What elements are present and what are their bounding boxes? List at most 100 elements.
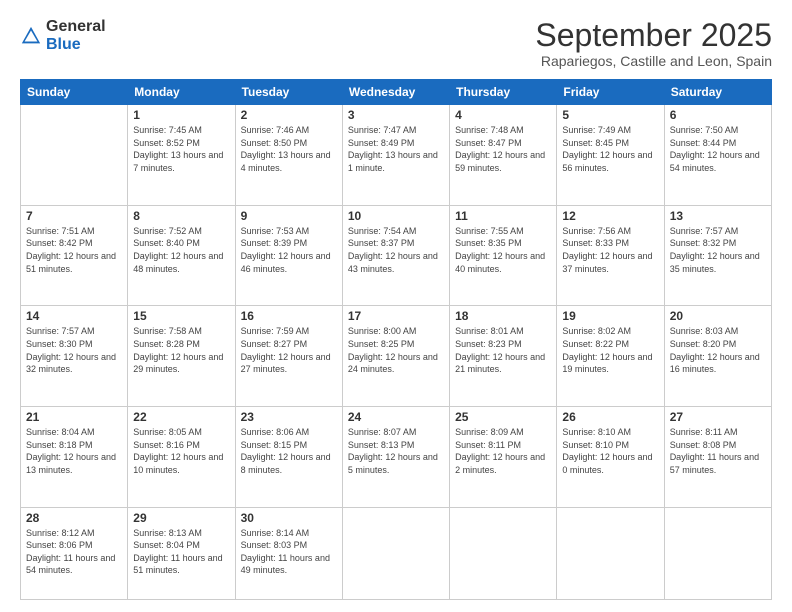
day-info: Sunrise: 7:48 AMSunset: 8:47 PMDaylight:…: [455, 124, 551, 174]
table-row: 3 Sunrise: 7:47 AMSunset: 8:49 PMDaylight…: [342, 105, 449, 206]
table-row: 8 Sunrise: 7:52 AMSunset: 8:40 PMDaylight…: [128, 205, 235, 306]
table-row: 10 Sunrise: 7:54 AMSunset: 8:37 PMDayligh…: [342, 205, 449, 306]
day-number: 21: [26, 410, 122, 424]
table-row: 11 Sunrise: 7:55 AMSunset: 8:35 PMDayligh…: [450, 205, 557, 306]
day-info: Sunrise: 8:03 AMSunset: 8:20 PMDaylight:…: [670, 325, 766, 375]
day-info: Sunrise: 7:47 AMSunset: 8:49 PMDaylight:…: [348, 124, 444, 174]
table-row: [342, 507, 449, 599]
day-info: Sunrise: 7:45 AMSunset: 8:52 PMDaylight:…: [133, 124, 229, 174]
table-row: 24 Sunrise: 8:07 AMSunset: 8:13 PMDayligh…: [342, 407, 449, 508]
table-row: [664, 507, 771, 599]
day-info: Sunrise: 7:58 AMSunset: 8:28 PMDaylight:…: [133, 325, 229, 375]
header-thursday: Thursday: [450, 80, 557, 105]
day-number: 16: [241, 309, 337, 323]
table-row: 14Sunrise: 7:57 AMSunset: 8:30 PMDayligh…: [21, 306, 128, 407]
day-number: 22: [133, 410, 229, 424]
header-friday: Friday: [557, 80, 664, 105]
day-number: 13: [670, 209, 766, 223]
table-row: 9 Sunrise: 7:53 AMSunset: 8:39 PMDaylight…: [235, 205, 342, 306]
table-row: 17 Sunrise: 8:00 AMSunset: 8:25 PMDayligh…: [342, 306, 449, 407]
day-number: 24: [348, 410, 444, 424]
table-row: 26 Sunrise: 8:10 AMSunset: 8:10 PMDayligh…: [557, 407, 664, 508]
day-info: Sunrise: 8:05 AMSunset: 8:16 PMDaylight:…: [133, 426, 229, 476]
day-number: 5: [562, 108, 658, 122]
logo-general: General: [46, 18, 106, 35]
day-number: 15: [133, 309, 229, 323]
day-number: 29: [133, 511, 229, 525]
table-row: [450, 507, 557, 599]
day-number: 8: [133, 209, 229, 223]
day-number: 4: [455, 108, 551, 122]
logo: General Blue: [20, 18, 106, 53]
day-info: Sunrise: 7:57 AMSunset: 8:32 PMDaylight:…: [670, 225, 766, 275]
day-number: 9: [241, 209, 337, 223]
day-number: 11: [455, 209, 551, 223]
day-info: Sunrise: 7:53 AMSunset: 8:39 PMDaylight:…: [241, 225, 337, 275]
day-number: 26: [562, 410, 658, 424]
day-number: 17: [348, 309, 444, 323]
day-number: 28: [26, 511, 122, 525]
day-info: Sunrise: 7:50 AMSunset: 8:44 PMDaylight:…: [670, 124, 766, 174]
header-saturday: Saturday: [664, 80, 771, 105]
day-info: Sunrise: 7:46 AMSunset: 8:50 PMDaylight:…: [241, 124, 337, 174]
table-row: 12Sunrise: 7:56 AMSunset: 8:33 PMDayligh…: [557, 205, 664, 306]
day-info: Sunrise: 7:54 AMSunset: 8:37 PMDaylight:…: [348, 225, 444, 275]
day-info: Sunrise: 8:13 AMSunset: 8:04 PMDaylight:…: [133, 527, 229, 577]
table-row: 20 Sunrise: 8:03 AMSunset: 8:20 PMDayligh…: [664, 306, 771, 407]
header: General Blue September 2025 Rapariegos, …: [20, 18, 772, 69]
day-info: Sunrise: 8:06 AMSunset: 8:15 PMDaylight:…: [241, 426, 337, 476]
table-row: 18 Sunrise: 8:01 AMSunset: 8:23 PMDayligh…: [450, 306, 557, 407]
day-info: Sunrise: 8:01 AMSunset: 8:23 PMDaylight:…: [455, 325, 551, 375]
table-row: [21, 105, 128, 206]
logo-text: General Blue: [46, 18, 106, 53]
location-subtitle: Rapariegos, Castille and Leon, Spain: [535, 53, 772, 69]
month-title: September 2025: [535, 18, 772, 53]
day-info: Sunrise: 7:51 AMSunset: 8:42 PMDaylight:…: [26, 225, 122, 275]
day-info: Sunrise: 7:52 AMSunset: 8:40 PMDaylight:…: [133, 225, 229, 275]
header-monday: Monday: [128, 80, 235, 105]
table-row: 22 Sunrise: 8:05 AMSunset: 8:16 PMDayligh…: [128, 407, 235, 508]
table-row: 13 Sunrise: 7:57 AMSunset: 8:32 PMDayligh…: [664, 205, 771, 306]
table-row: 16Sunrise: 7:59 AMSunset: 8:27 PMDayligh…: [235, 306, 342, 407]
header-tuesday: Tuesday: [235, 80, 342, 105]
day-number: 14: [26, 309, 122, 323]
day-info: Sunrise: 8:00 AMSunset: 8:25 PMDaylight:…: [348, 325, 444, 375]
table-row: 1 Sunrise: 7:45 AMSunset: 8:52 PMDaylight…: [128, 105, 235, 206]
day-number: 6: [670, 108, 766, 122]
table-row: 21 Sunrise: 8:04 AMSunset: 8:18 PMDayligh…: [21, 407, 128, 508]
day-number: 1: [133, 108, 229, 122]
day-info: Sunrise: 7:56 AMSunset: 8:33 PMDaylight:…: [562, 225, 658, 275]
day-info: Sunrise: 8:14 AMSunset: 8:03 PMDaylight:…: [241, 527, 337, 577]
day-number: 30: [241, 511, 337, 525]
header-wednesday: Wednesday: [342, 80, 449, 105]
title-block: September 2025 Rapariegos, Castille and …: [535, 18, 772, 69]
table-row: 25 Sunrise: 8:09 AMSunset: 8:11 PMDayligh…: [450, 407, 557, 508]
table-row: 23 Sunrise: 8:06 AMSunset: 8:15 PMDayligh…: [235, 407, 342, 508]
day-info: Sunrise: 8:10 AMSunset: 8:10 PMDaylight:…: [562, 426, 658, 476]
day-number: 23: [241, 410, 337, 424]
weekday-header-row: Sunday Monday Tuesday Wednesday Thursday…: [21, 80, 772, 105]
day-info: Sunrise: 7:55 AMSunset: 8:35 PMDaylight:…: [455, 225, 551, 275]
day-info: Sunrise: 8:07 AMSunset: 8:13 PMDaylight:…: [348, 426, 444, 476]
day-number: 19: [562, 309, 658, 323]
day-number: 2: [241, 108, 337, 122]
logo-icon: [20, 25, 42, 47]
day-number: 18: [455, 309, 551, 323]
table-row: 4 Sunrise: 7:48 AMSunset: 8:47 PMDaylight…: [450, 105, 557, 206]
table-row: 29 Sunrise: 8:13 AMSunset: 8:04 PMDayligh…: [128, 507, 235, 599]
day-number: 27: [670, 410, 766, 424]
table-row: 15 Sunrise: 7:58 AMSunset: 8:28 PMDayligh…: [128, 306, 235, 407]
day-number: 7: [26, 209, 122, 223]
table-row: 27Sunrise: 8:11 AMSunset: 8:08 PMDayligh…: [664, 407, 771, 508]
day-number: 10: [348, 209, 444, 223]
day-number: 3: [348, 108, 444, 122]
day-info: Sunrise: 8:02 AMSunset: 8:22 PMDaylight:…: [562, 325, 658, 375]
day-info: Sunrise: 8:09 AMSunset: 8:11 PMDaylight:…: [455, 426, 551, 476]
day-info: Sunrise: 8:04 AMSunset: 8:18 PMDaylight:…: [26, 426, 122, 476]
table-row: 28Sunrise: 8:12 AMSunset: 8:06 PMDayligh…: [21, 507, 128, 599]
table-row: 30 Sunrise: 8:14 AMSunset: 8:03 PMDayligh…: [235, 507, 342, 599]
day-number: 25: [455, 410, 551, 424]
table-row: 5Sunrise: 7:49 AMSunset: 8:45 PMDaylight…: [557, 105, 664, 206]
day-number: 20: [670, 309, 766, 323]
calendar-table: Sunday Monday Tuesday Wednesday Thursday…: [20, 79, 772, 600]
